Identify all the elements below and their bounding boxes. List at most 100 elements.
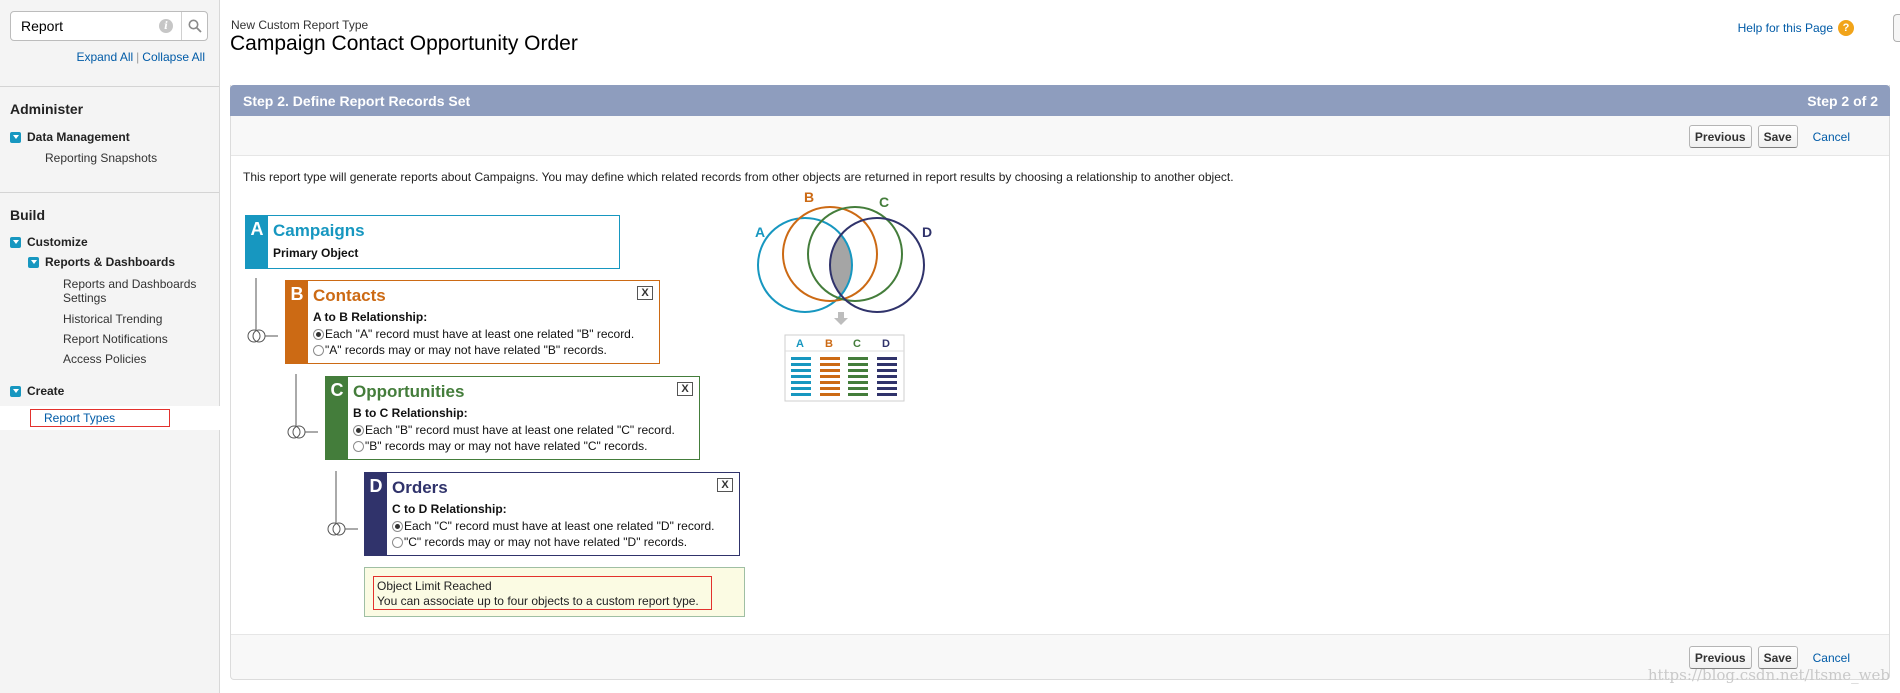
table-row-line xyxy=(877,363,897,366)
limit-title: Object Limit Reached xyxy=(377,579,492,593)
radio-button[interactable] xyxy=(392,520,403,532)
table-row-line xyxy=(848,363,868,366)
connector-b-c xyxy=(287,374,318,439)
intro-text: This report type will generate reports a… xyxy=(243,170,1234,184)
sidebar-item-report-notifications[interactable]: Report Notifications xyxy=(63,332,168,346)
divider xyxy=(0,192,219,193)
sidebar-item-report-types[interactable]: Report Types xyxy=(30,409,170,427)
collapse-icon[interactable] xyxy=(10,131,21,143)
quick-find-input[interactable] xyxy=(19,13,159,39)
object-box-a: A Campaigns Primary Object xyxy=(245,215,620,269)
relationship-label: A to B Relationship: xyxy=(313,310,428,324)
collapse-all-link[interactable]: Collapse All xyxy=(142,50,205,64)
relationship-option-optional[interactable]: "C" records may or may not have related … xyxy=(392,535,687,549)
radio-label: Each "C" record must have at least one r… xyxy=(404,519,715,533)
tree-label: Create xyxy=(27,384,65,398)
sidebar-item-reporting-snapshots[interactable]: Reporting Snapshots xyxy=(45,151,157,165)
table-row-line xyxy=(848,375,868,378)
remove-object-b-button[interactable]: X xyxy=(637,286,653,300)
object-name-orders: Orders xyxy=(392,478,448,497)
divider xyxy=(0,86,219,87)
cancel-link[interactable]: Cancel xyxy=(1813,651,1850,665)
object-name-contacts: Contacts xyxy=(313,286,386,305)
relationship-option-required[interactable]: Each "B" record must have at least one r… xyxy=(353,423,675,437)
object-box-c: C Opportunities X B to C Relationship: E… xyxy=(325,376,700,460)
object-limit-notice: Object Limit Reached You can associate u… xyxy=(364,567,745,617)
radio-button[interactable] xyxy=(313,328,324,340)
tree-item-create[interactable]: Create xyxy=(10,384,64,398)
help-link[interactable]: Help for this Page ? xyxy=(1738,20,1854,36)
radio-label: Each "A" record must have at least one r… xyxy=(325,327,635,341)
relationship-option-optional[interactable]: "A" records may or may not have related … xyxy=(313,343,607,357)
table-row-line xyxy=(820,387,840,390)
relationship-option-required[interactable]: Each "C" record must have at least one r… xyxy=(392,519,715,533)
object-letter-a: A xyxy=(246,216,268,268)
table-row-line xyxy=(820,369,840,372)
radio-label: "B" records may or may not have related … xyxy=(365,439,648,453)
cancel-link[interactable]: Cancel xyxy=(1813,130,1850,144)
table-row-line xyxy=(877,369,897,372)
remove-object-c-button[interactable]: X xyxy=(677,382,693,396)
radio-button[interactable] xyxy=(353,440,364,452)
relationship-label: B to C Relationship: xyxy=(353,406,468,420)
step-header: Step 2. Define Report Records Set Step 2… xyxy=(230,85,1890,116)
selected-row: Report Types xyxy=(0,406,220,430)
page-title: Campaign Contact Opportunity Order xyxy=(230,32,578,55)
table-row-line xyxy=(877,393,897,396)
limit-text: You can associate up to four objects to … xyxy=(377,594,699,608)
table-row-line xyxy=(820,381,840,384)
help-label: Help for this Page xyxy=(1737,21,1833,35)
table-col-a: A xyxy=(796,338,804,350)
section-title-administer: Administer xyxy=(10,101,84,117)
sidebar-item-access-policies[interactable]: Access Policies xyxy=(63,352,146,366)
table-row-line xyxy=(820,375,840,378)
radio-label: Each "B" record must have at least one r… xyxy=(365,423,675,437)
collapse-icon[interactable] xyxy=(10,236,21,248)
collapse-icon[interactable] xyxy=(28,256,39,268)
table-col-d: D xyxy=(882,338,890,350)
object-name-campaigns: Campaigns xyxy=(273,221,365,240)
table-col-b: B xyxy=(825,338,833,350)
tree-item-data-management[interactable]: Data Management xyxy=(10,130,130,144)
radio-button[interactable] xyxy=(313,344,324,356)
tree-label: Reports & Dashboards xyxy=(45,255,176,269)
page-subtitle: New Custom Report Type xyxy=(231,18,369,32)
link-separator: | xyxy=(136,50,140,64)
primary-object-label: Primary Object xyxy=(273,246,359,260)
table-row-line xyxy=(820,393,840,396)
table-row-line xyxy=(791,369,811,372)
search-button[interactable] xyxy=(181,12,207,40)
table-row-line xyxy=(791,357,811,360)
relationship-option-optional[interactable]: "B" records may or may not have related … xyxy=(353,439,647,453)
down-arrow-icon xyxy=(834,312,848,325)
sidebar-item-historical-trending[interactable]: Historical Trending xyxy=(63,312,162,326)
save-button[interactable]: Save xyxy=(1757,125,1798,148)
tree-item-reports-dashboards[interactable]: Reports & Dashboards xyxy=(28,255,175,269)
radio-button[interactable] xyxy=(353,424,364,436)
table-row-line xyxy=(848,387,868,390)
radio-button[interactable] xyxy=(392,536,403,548)
sidebar: i Expand All|Collapse All Administer Dat… xyxy=(0,0,220,693)
object-name-opportunities: Opportunities xyxy=(353,382,465,401)
table-row-line xyxy=(848,381,868,384)
table-row-line xyxy=(877,381,897,384)
expand-all-link[interactable]: Expand All xyxy=(76,50,133,64)
venn-label-b: B xyxy=(804,189,814,205)
tree-item-customize[interactable]: Customize xyxy=(10,235,88,249)
collapse-icon[interactable] xyxy=(10,385,21,397)
step-title: Step 2. Define Report Records Set xyxy=(243,93,471,109)
remove-object-d-button[interactable]: X xyxy=(717,478,733,492)
sidebar-item-reports-dashboards-settings[interactable]: Reports and Dashboards Settings xyxy=(63,277,196,305)
relationship-option-required[interactable]: Each "A" record must have at least one r… xyxy=(313,327,634,341)
table-row-line xyxy=(877,357,897,360)
scrollbar-edge[interactable] xyxy=(1893,14,1900,42)
previous-button[interactable]: Previous xyxy=(1688,125,1752,148)
help-icon: ? xyxy=(1838,20,1854,36)
top-button-row: Previous Save Cancel xyxy=(1688,125,1850,148)
object-letter-d: D xyxy=(365,473,387,555)
object-letter-b: B xyxy=(286,281,308,363)
connector-a-b xyxy=(247,278,278,343)
object-letter-c: C xyxy=(326,377,348,459)
venn-circle-c xyxy=(807,206,903,302)
info-icon[interactable]: i xyxy=(159,19,173,33)
